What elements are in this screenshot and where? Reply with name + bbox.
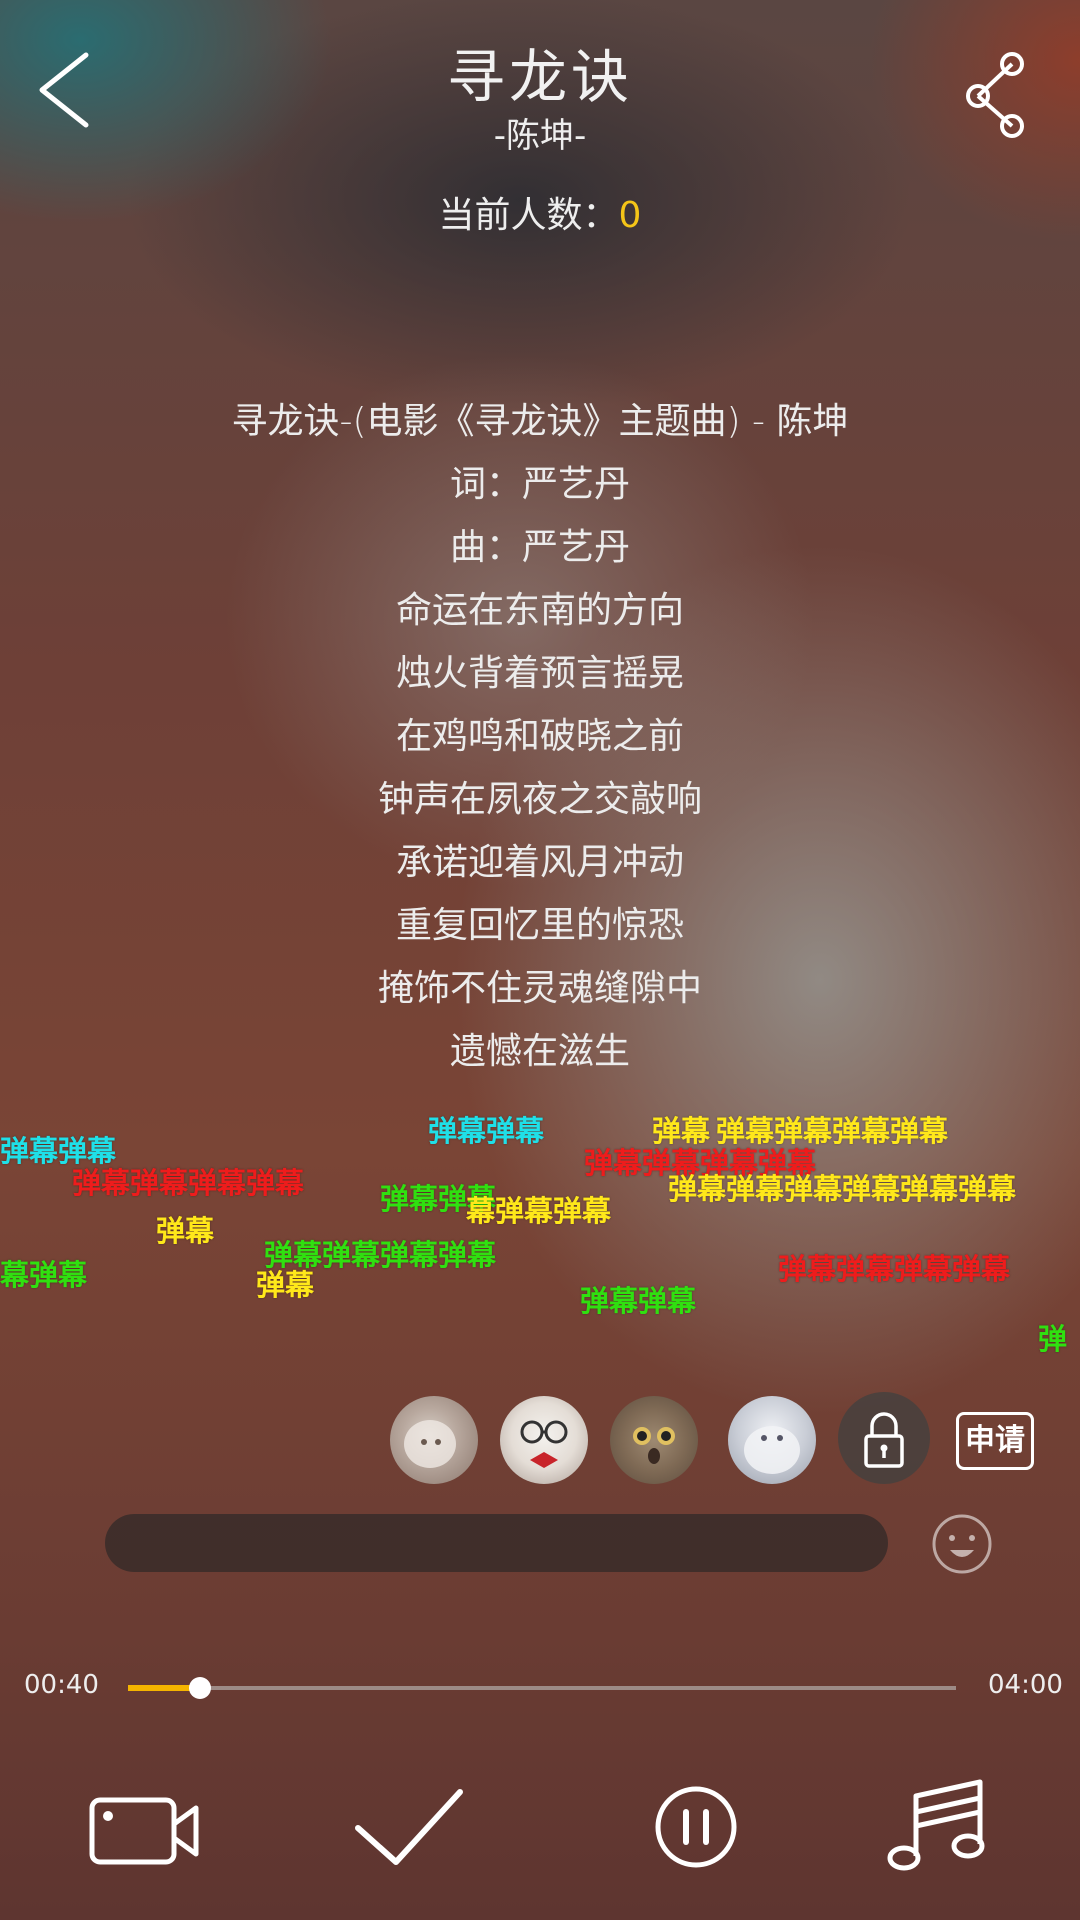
lyric-line: 承诺迎着风月冲动 [395, 842, 684, 883]
check-icon [355, 1789, 463, 1865]
lyric-line: 在鸡鸣和破晓之前 [395, 716, 684, 757]
lyric-line: 词：严艺丹 [449, 464, 630, 505]
lyric-line: 掩饰不住灵魂缝隙中 [377, 968, 702, 1009]
current-time: 00:40 [24, 1670, 99, 1700]
lock-button[interactable] [838, 1392, 930, 1484]
share-icon [966, 52, 1024, 138]
danmaku-comment: 弹幕弹幕 [428, 1114, 545, 1148]
progress-thumb[interactable] [189, 1677, 211, 1699]
danmaku-comment: 弹幕弹幕弹幕弹幕 [72, 1166, 305, 1200]
avatar[interactable] [610, 1396, 698, 1484]
avatar[interactable] [728, 1396, 816, 1484]
share-button[interactable] [960, 50, 1040, 140]
lyric-line: 曲：严艺丹 [449, 527, 630, 568]
cat-photo [404, 1420, 456, 1468]
danmaku-comment: 弹幕 [156, 1214, 215, 1248]
danmaku-comment: 弹 [1038, 1322, 1068, 1356]
online-count-value: 0 [618, 195, 642, 236]
cat-photo [744, 1426, 800, 1474]
video-button[interactable] [86, 1778, 206, 1878]
artist-name: -陈坤- [493, 116, 587, 156]
danmaku-input[interactable] [105, 1514, 888, 1572]
danmaku-comment: 弹幕 [256, 1268, 315, 1302]
cat-photo [520, 1420, 568, 1468]
pause-icon [655, 1786, 737, 1868]
danmaku-comment: 弹幕弹幕弹幕弹幕 [778, 1252, 1011, 1286]
progress-track[interactable] [128, 1686, 956, 1690]
cat-photo [633, 1427, 675, 1464]
apply-button[interactable]: 申请 [956, 1412, 1034, 1470]
danmaku-comment: 弹幕弹幕 [580, 1284, 697, 1318]
lyric-line: 遗憾在滋生 [449, 1031, 630, 1072]
lock-icon [864, 1412, 904, 1468]
lyric-line: 钟声在夙夜之交敲响 [377, 779, 702, 820]
lyric-line: 烛火背着预言摇晃 [395, 653, 684, 694]
avatar[interactable] [500, 1396, 588, 1484]
smiley-icon [932, 1514, 992, 1574]
video-camera-icon [89, 1797, 199, 1865]
song-title: 寻龙诀 [446, 43, 633, 111]
pause-button[interactable] [636, 1772, 756, 1882]
confirm-button[interactable] [352, 1778, 472, 1878]
danmaku-comment: 幕弹幕弹幕 [466, 1194, 612, 1228]
lyric-line: 寻龙诀-(电影《寻龙诀》主题曲) - 陈坤 [231, 401, 849, 442]
total-time: 04:00 [988, 1670, 1063, 1700]
lyrics-panel: 寻龙诀-(电影《寻龙诀》主题曲) - 陈坤 词：严艺丹 曲：严艺丹 命运在东南的… [0, 390, 1080, 1083]
lyric-line: 命运在东南的方向 [395, 590, 684, 631]
emoji-button[interactable] [930, 1512, 994, 1576]
avatar[interactable] [390, 1396, 478, 1484]
danmaku-comment: 弹幕弹幕弹幕弹幕弹幕弹幕 [668, 1172, 1017, 1206]
music-note-icon [887, 1779, 985, 1871]
music-button[interactable] [880, 1778, 1000, 1878]
danmaku-comment: 幕弹幕 [0, 1258, 88, 1292]
lyric-line: 重复回忆里的惊恐 [395, 905, 684, 946]
online-count-label: 当前人数： [438, 195, 619, 236]
online-count: 当前人数：0 [0, 186, 1080, 238]
